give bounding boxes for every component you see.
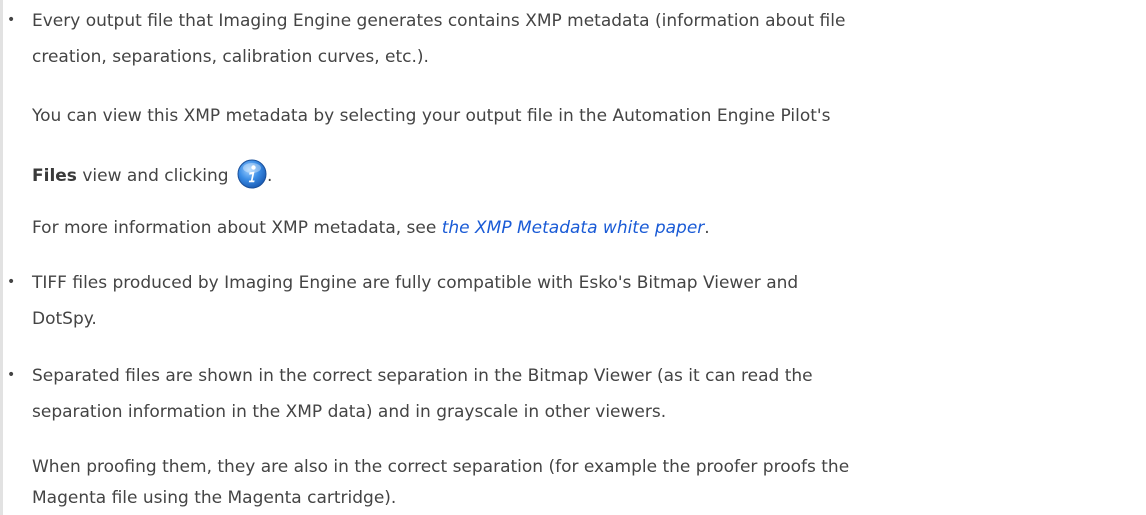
document-body: • Every output file that Imaging Engine … xyxy=(0,0,1146,515)
list-item-text-line: Every output file that Imaging Engine ge… xyxy=(32,11,846,31)
paragraph-proofing: When proofing them, they are also in the… xyxy=(32,457,850,477)
paragraph-proofing-continued: Magenta file using the Magenta cartridge… xyxy=(32,488,397,508)
bullet-marker: • xyxy=(7,274,16,290)
list-item-text-line: separation information in the XMP data) … xyxy=(32,402,667,422)
xmp-white-paper-link[interactable]: the XMP Metadata white paper xyxy=(442,218,705,238)
more-info-period: . xyxy=(704,218,710,238)
list-item-text-line: Separated files are shown in the correct… xyxy=(32,366,813,386)
paragraph-more-info: For more information about XMP metadata,… xyxy=(32,216,710,240)
paragraph-files-view: Files view and clicking . xyxy=(32,159,272,189)
files-view-period: . xyxy=(266,166,273,186)
list-item-text-line: DotSpy. xyxy=(32,309,97,329)
list-item-text-line: TIFF files produced by Imaging Engine ar… xyxy=(32,273,799,293)
files-view-text: view and clicking xyxy=(76,166,234,186)
list-item-text-line: creation, separations, calibration curve… xyxy=(32,47,429,67)
bullet-marker: • xyxy=(7,367,16,383)
more-info-text: For more information about XMP metadata,… xyxy=(32,218,442,238)
left-border xyxy=(0,0,3,515)
paragraph-view-metadata: You can view this XMP metadata by select… xyxy=(32,106,831,126)
info-icon xyxy=(237,159,267,189)
files-view-label: Files xyxy=(32,166,77,186)
bullet-marker: • xyxy=(7,12,16,28)
